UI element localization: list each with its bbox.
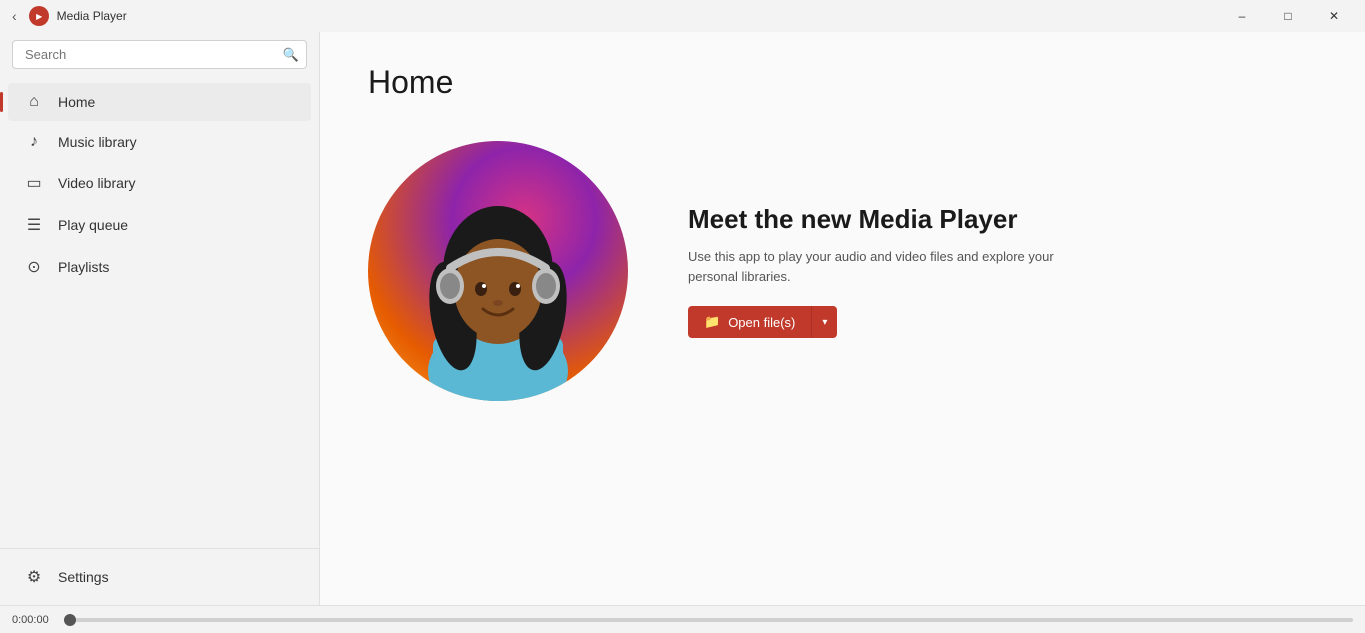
- close-button[interactable]: ✕: [1311, 0, 1357, 32]
- settings-item[interactable]: ⚙ Settings: [8, 557, 311, 597]
- sidebar-nav: ⌂ Home ♪ Music library ▭ Video library ☰…: [0, 77, 319, 548]
- open-files-button[interactable]: 📁 Open file(s): [688, 306, 811, 338]
- sidebar-item-video-label: Video library: [58, 175, 136, 191]
- chevron-down-icon: ▾: [822, 317, 827, 328]
- queue-icon: ☰: [24, 215, 44, 235]
- progress-track[interactable]: [64, 618, 1353, 622]
- open-file-button-group: 📁 Open file(s) ▾: [688, 306, 1088, 338]
- search-input[interactable]: [12, 40, 307, 69]
- hero-text: Meet the new Media Player Use this app t…: [688, 204, 1088, 338]
- sidebar-item-music-label: Music library: [58, 134, 137, 150]
- playlists-icon: ⊙: [24, 257, 44, 277]
- home-icon: ⌂: [24, 93, 44, 111]
- sidebar-item-music-library[interactable]: ♪ Music library: [8, 123, 311, 161]
- open-files-dropdown-button[interactable]: ▾: [811, 306, 837, 338]
- hero-avatar: [368, 141, 628, 401]
- hero-description: Use this app to play your audio and vide…: [688, 247, 1088, 286]
- hero-section: Meet the new Media Player Use this app t…: [368, 141, 1317, 401]
- search-icon[interactable]: 🔍: [283, 47, 299, 63]
- window-controls: – □ ✕: [1219, 0, 1357, 32]
- search-box: 🔍: [12, 40, 307, 69]
- main-content: Home: [320, 32, 1365, 605]
- sidebar-item-queue-label: Play queue: [58, 217, 128, 233]
- sidebar: 🔍 ⌂ Home ♪ Music library ▭ Video library…: [0, 32, 320, 605]
- time-label: 0:00:00: [12, 614, 52, 626]
- bottom-bar: 0:00:00: [0, 605, 1365, 633]
- minimize-button[interactable]: –: [1219, 0, 1265, 32]
- title-bar: ‹ Media Player – □ ✕: [0, 0, 1365, 32]
- settings-icon: ⚙: [24, 567, 44, 587]
- video-icon: ▭: [24, 173, 44, 193]
- folder-icon: 📁: [704, 314, 720, 330]
- sidebar-item-play-queue[interactable]: ☰ Play queue: [8, 205, 311, 245]
- hero-heading: Meet the new Media Player: [688, 204, 1088, 235]
- sidebar-item-video-library[interactable]: ▭ Video library: [8, 163, 311, 203]
- sidebar-item-home[interactable]: ⌂ Home: [8, 83, 311, 121]
- maximize-button[interactable]: □: [1265, 0, 1311, 32]
- progress-thumb[interactable]: [64, 614, 76, 626]
- settings-label: Settings: [58, 569, 109, 585]
- page-title: Home: [368, 64, 1317, 101]
- app-title: Media Player: [57, 9, 127, 23]
- sidebar-item-home-label: Home: [58, 94, 95, 110]
- sidebar-item-playlists-label: Playlists: [58, 259, 109, 275]
- music-icon: ♪: [24, 133, 44, 151]
- avatar-illustration: [368, 141, 628, 401]
- sidebar-item-playlists[interactable]: ⊙ Playlists: [8, 247, 311, 287]
- app-icon: [29, 6, 49, 26]
- sidebar-bottom: ⚙ Settings: [0, 548, 319, 605]
- app-body: 🔍 ⌂ Home ♪ Music library ▭ Video library…: [0, 32, 1365, 605]
- back-button[interactable]: ‹: [8, 4, 21, 28]
